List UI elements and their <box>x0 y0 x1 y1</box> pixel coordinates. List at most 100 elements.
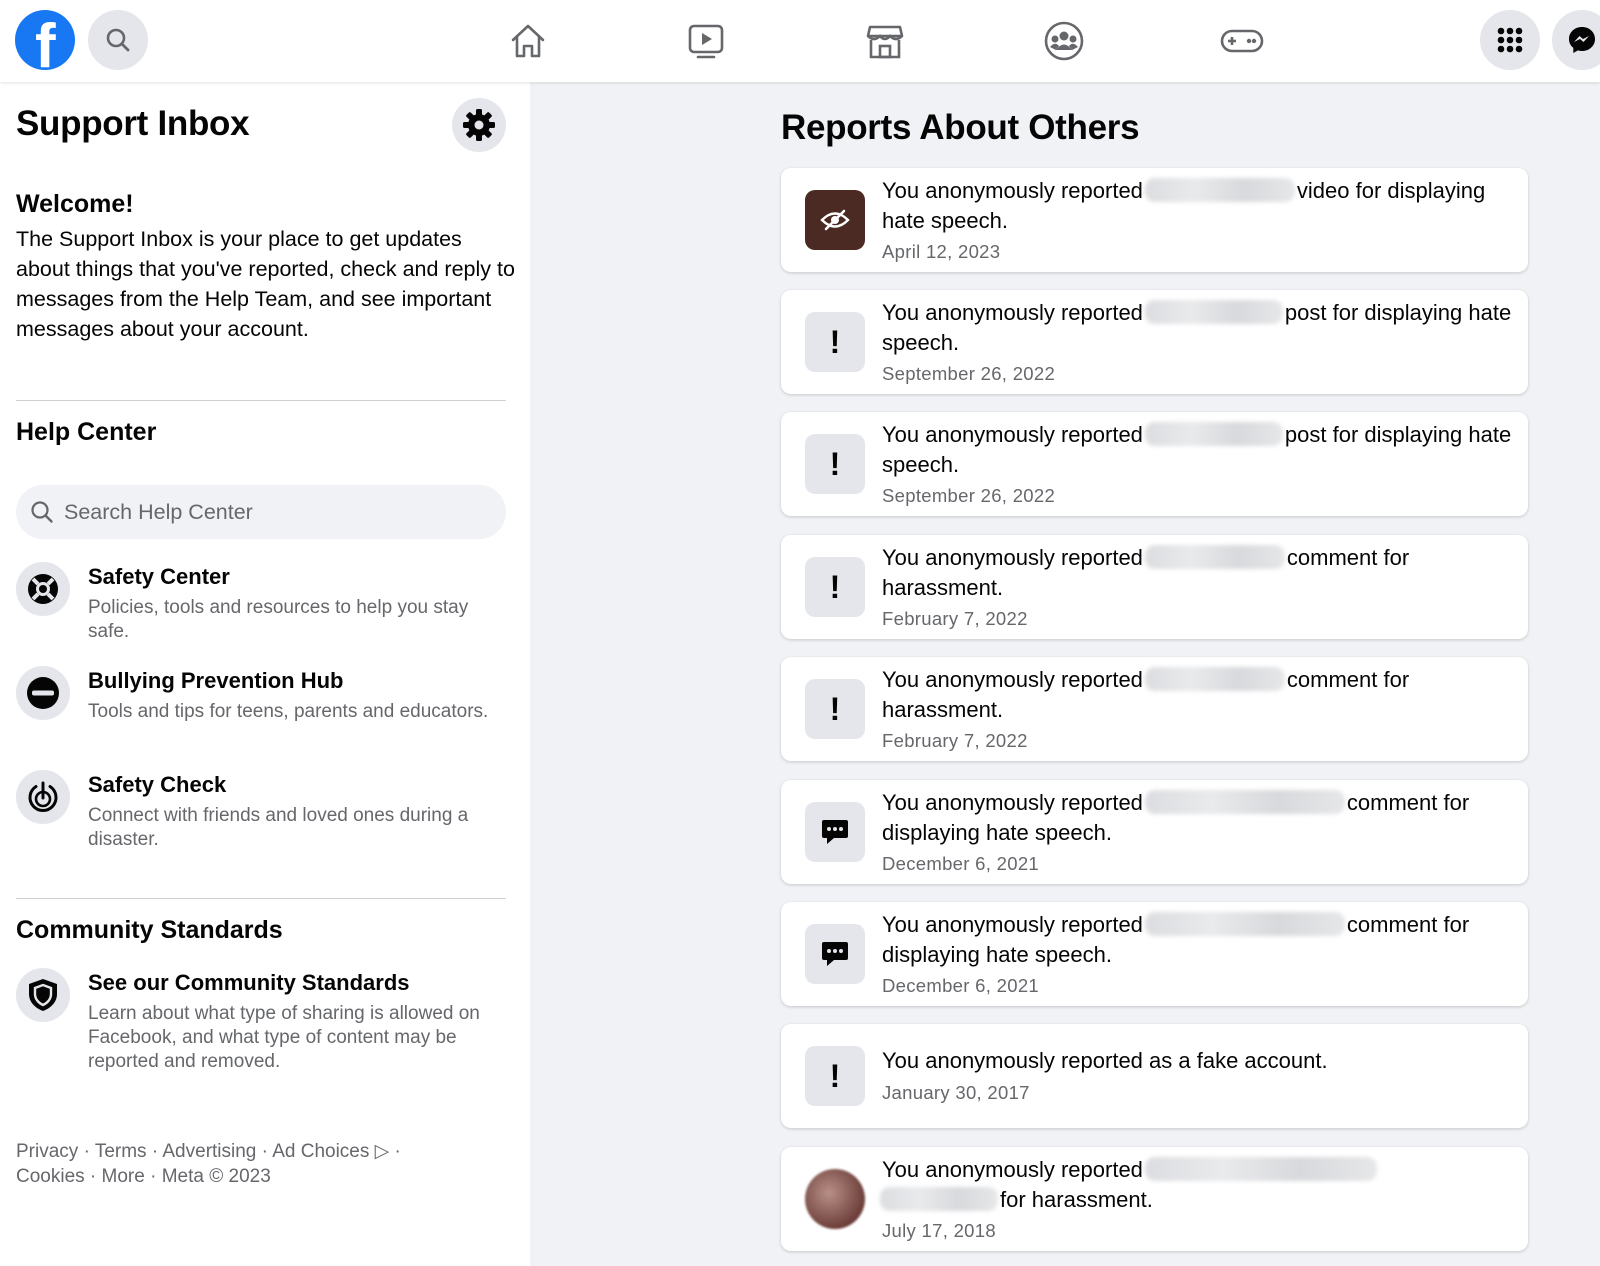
exclamation-icon-wrapper: ! <box>805 434 865 494</box>
reports-heading: Reports About Others <box>781 108 1140 147</box>
menu-grid-icon <box>1497 27 1523 53</box>
hidden-eye-icon <box>820 209 850 231</box>
redacted-name <box>880 1187 998 1211</box>
help-item-description: Connect with friends and loved ones duri… <box>88 805 469 850</box>
footer-line[interactable]: Privacy · Terms · Advertising · Ad Choic… <box>16 1139 446 1164</box>
gear-icon <box>463 109 495 141</box>
exclamation-icon-wrapper: ! <box>805 312 865 372</box>
report-prefix: You anonymously reported <box>882 790 1143 815</box>
report-card[interactable]: You anonymously reported comment for disp… <box>781 902 1528 1006</box>
report-card[interactable]: ! You anonymously reported comment for ha… <box>781 657 1528 761</box>
help-item-bullying-prevention-hub[interactable]: Bullying Prevention Hub Tools and tips f… <box>16 666 516 762</box>
top-navigation-bar: f <box>0 0 1600 82</box>
help-item-safety-center[interactable]: Safety Center Policies, tools and resour… <box>16 562 516 658</box>
exclamation-icon: ! <box>829 323 841 360</box>
help-center-heading: Help Center <box>16 418 157 446</box>
report-text: You anonymously reported video for displa… <box>882 176 1512 236</box>
report-date: September 26, 2022 <box>882 485 1056 506</box>
exclamation-icon-wrapper: ! <box>805 1046 865 1106</box>
report-prefix: You anonymously reported <box>882 422 1143 447</box>
help-item-title: Safety Check <box>88 772 227 797</box>
facebook-logo[interactable]: f <box>15 10 75 70</box>
report-text: You anonymously reported comment for disp… <box>882 788 1512 848</box>
comment-bubble-icon-wrapper <box>805 924 865 984</box>
help-item-description: Policies, tools and resources to help yo… <box>88 597 469 642</box>
messenger-icon <box>1569 27 1595 53</box>
redacted-name <box>1144 545 1285 569</box>
redacted-name <box>1144 912 1345 936</box>
exclamation-icon: ! <box>829 568 841 605</box>
report-card[interactable]: You anonymously reported for harassment. … <box>781 1147 1528 1251</box>
report-card[interactable]: ! You anonymously reported comment for ha… <box>781 535 1528 639</box>
report-card[interactable]: ! You anonymously reported as a fake acc… <box>781 1024 1528 1128</box>
report-date: April 12, 2023 <box>882 241 1001 262</box>
help-item-description: Learn about what type of sharing is allo… <box>88 1003 480 1072</box>
footer-links[interactable]: Privacy · Terms · Advertising · Ad Choic… <box>16 1139 446 1189</box>
welcome-heading: Welcome! <box>16 190 134 218</box>
page-title: Support Inbox <box>16 104 250 143</box>
search-button[interactable] <box>88 10 148 70</box>
redacted-name <box>1144 300 1283 324</box>
report-card[interactable]: ! You anonymously reported post for displ… <box>781 412 1528 516</box>
footer-line[interactable]: Cookies · More · Meta © 2023 <box>16 1164 446 1189</box>
comment-bubble-icon <box>822 942 848 966</box>
report-text: You anonymously reported comment for disp… <box>882 910 1512 970</box>
help-item-title: Bullying Prevention Hub <box>88 668 344 693</box>
marketplace-tab[interactable] <box>862 18 908 64</box>
report-text: You anonymously reported post for display… <box>882 420 1512 480</box>
report-prefix: You anonymously reported <box>882 178 1143 203</box>
groups-tab[interactable] <box>1041 18 1087 64</box>
help-item-title: Safety Center <box>88 564 230 589</box>
report-text: You anonymously reported comment for hara… <box>882 543 1512 603</box>
gaming-icon <box>1220 29 1264 53</box>
hidden-eye-thumbnail <box>805 190 865 250</box>
exclamation-icon: ! <box>829 690 841 727</box>
report-text: You anonymously reported for harassment. <box>880 1155 1512 1215</box>
home-icon <box>511 24 545 58</box>
report-prefix: You anonymously reported <box>882 912 1143 937</box>
help-item-see-community-standards[interactable]: See our Community Standards Learn about … <box>16 968 516 1088</box>
gaming-tab[interactable] <box>1219 18 1265 64</box>
report-suffix: for harassment. <box>1000 1187 1153 1212</box>
redacted-name <box>1144 1157 1377 1181</box>
profile-avatar <box>805 1169 865 1229</box>
safety-check-icon-wrapper <box>16 770 70 824</box>
shield-icon <box>29 979 57 1011</box>
report-prefix: You anonymously reported <box>882 667 1143 692</box>
safety-check-icon <box>28 781 58 812</box>
lifebuoy-icon <box>28 574 58 604</box>
help-center-search-input[interactable]: Search Help Center <box>16 485 506 539</box>
report-date: December 6, 2021 <box>882 853 1040 874</box>
report-card[interactable]: You anonymously reported comment for disp… <box>781 780 1528 884</box>
report-date: September 26, 2022 <box>882 363 1056 384</box>
redacted-name <box>1144 667 1285 691</box>
settings-button[interactable] <box>452 98 506 152</box>
marketplace-icon <box>866 25 904 59</box>
menu-button[interactable] <box>1480 10 1540 70</box>
shield-icon-wrapper <box>16 968 70 1022</box>
report-prefix: You anonymously reported <box>882 300 1143 325</box>
report-date: July 17, 2018 <box>882 1220 996 1241</box>
search-icon <box>106 28 130 52</box>
report-prefix: You anonymously reported <box>882 1157 1143 1182</box>
support-inbox-sidebar: Support Inbox Welcome! The Support Inbox… <box>0 82 530 1266</box>
lifebuoy-icon-wrapper <box>16 562 70 616</box>
exclamation-icon: ! <box>829 445 841 482</box>
no-entry-icon-wrapper <box>16 666 70 720</box>
help-item-safety-check[interactable]: Safety Check Connect with friends and lo… <box>16 770 516 866</box>
watch-tab[interactable] <box>683 18 729 64</box>
report-card[interactable]: ! You anonymously reported post for displ… <box>781 290 1528 394</box>
help-item-description: Tools and tips for teens, parents and ed… <box>88 701 489 722</box>
report-date: February 7, 2022 <box>882 730 1028 751</box>
groups-icon <box>1044 21 1084 61</box>
watch-icon <box>688 24 724 59</box>
report-date: January 30, 2017 <box>882 1082 1030 1103</box>
no-entry-icon <box>27 677 59 709</box>
exclamation-icon: ! <box>829 1057 841 1094</box>
report-date: February 7, 2022 <box>882 608 1028 629</box>
redacted-name <box>1144 790 1345 814</box>
messenger-button[interactable] <box>1552 10 1600 70</box>
divider <box>16 898 506 899</box>
report-card[interactable]: You anonymously reported video for displa… <box>781 168 1528 272</box>
home-tab[interactable] <box>505 18 551 64</box>
